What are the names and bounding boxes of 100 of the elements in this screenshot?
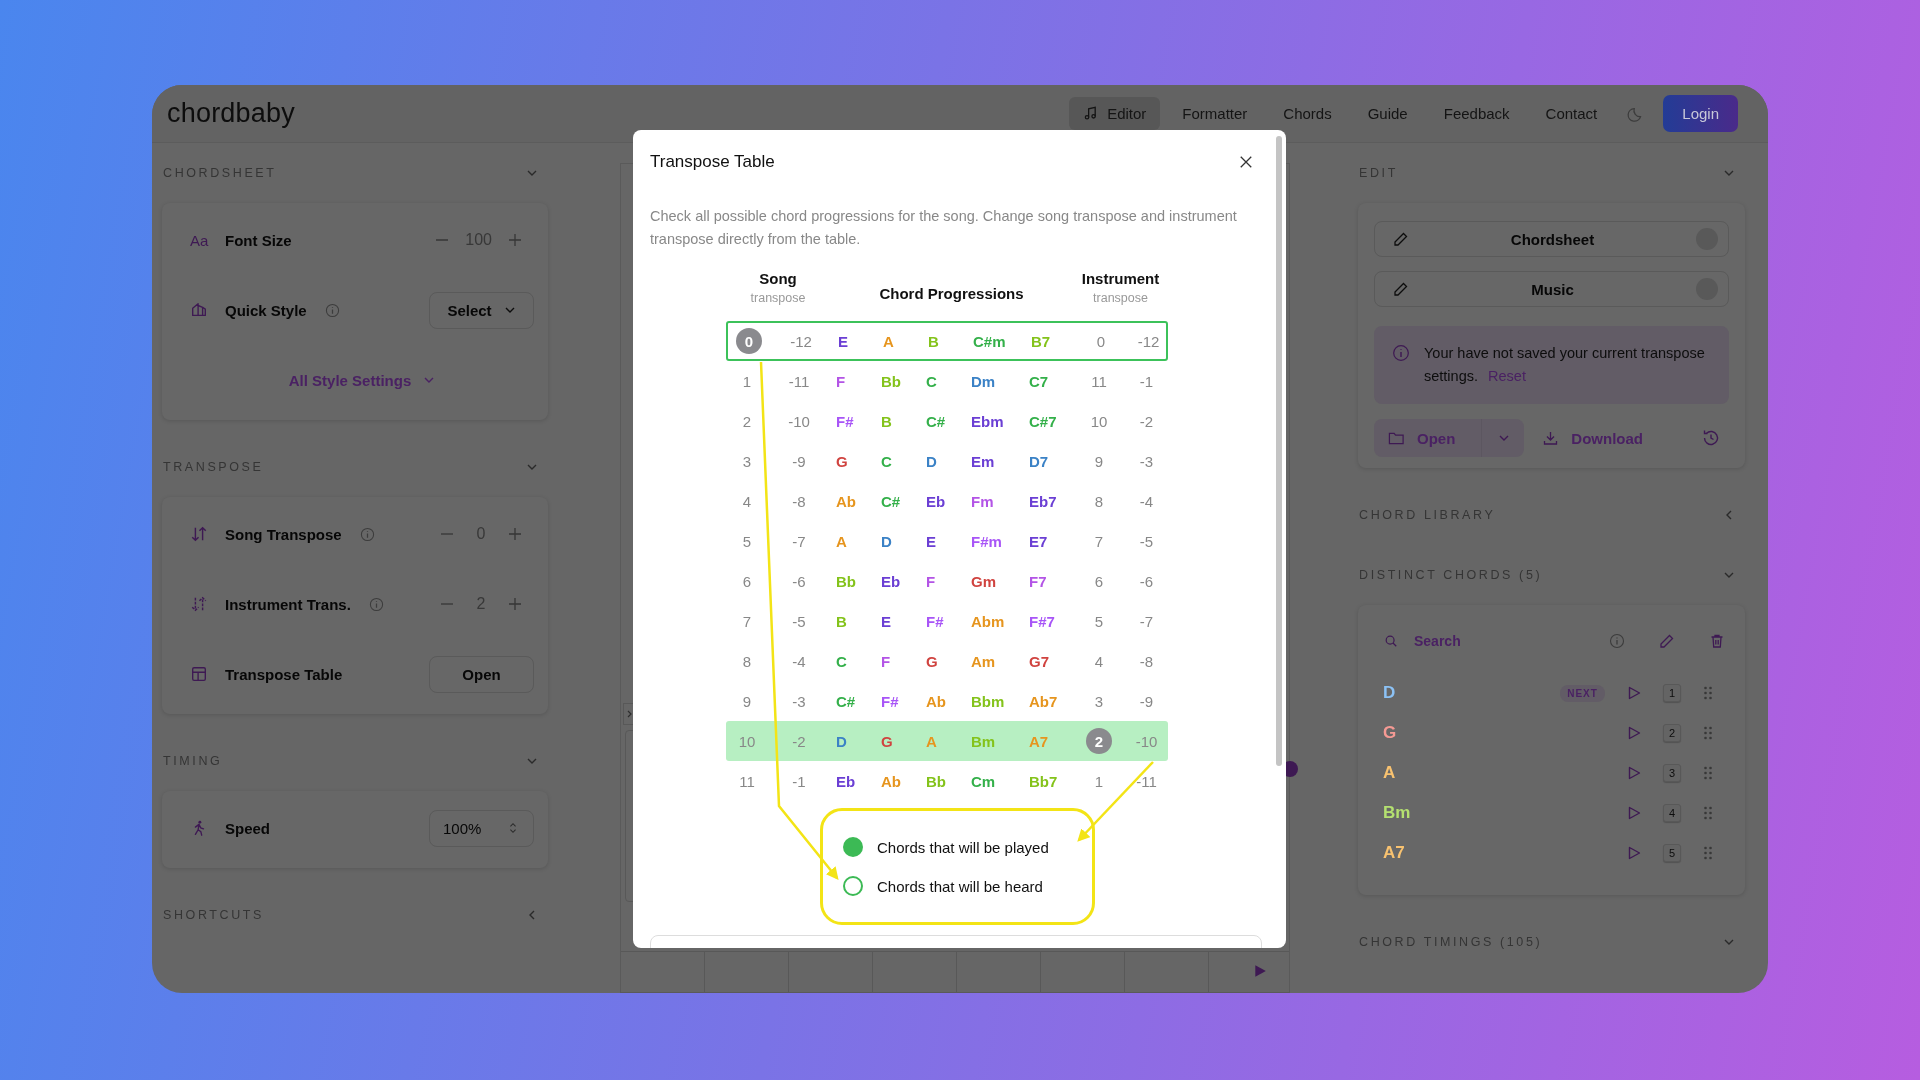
- instrument-transpose-cell[interactable]: 9: [1094, 452, 1104, 470]
- instrument-transpose-cell[interactable]: 2: [1086, 728, 1112, 754]
- info-icon[interactable]: [324, 302, 340, 318]
- drag-handle-icon[interactable]: [1703, 846, 1713, 860]
- drag-handle-icon[interactable]: [1703, 726, 1713, 740]
- folder-icon: [1388, 430, 1405, 446]
- play-icon[interactable]: [1626, 806, 1641, 820]
- instrument-transpose-cell[interactable]: 7: [1094, 532, 1104, 550]
- login-button[interactable]: Login: [1663, 95, 1738, 132]
- edit-mode-button[interactable]: Chordsheet: [1374, 221, 1729, 257]
- song-transpose-cell[interactable]: 2: [742, 412, 752, 430]
- filled-circle-icon: [843, 837, 863, 857]
- style-settings-link[interactable]: All Style Settings: [288, 367, 436, 393]
- open-button[interactable]: Open: [429, 655, 534, 693]
- nav-tab[interactable]: Editor: [1069, 97, 1161, 130]
- instrument-transpose-cell[interactable]: 5: [1094, 612, 1104, 630]
- chord-name[interactable]: Bm: [1383, 803, 1411, 823]
- info-icon[interactable]: [368, 596, 384, 612]
- instrument-transpose-cell[interactable]: 8: [1094, 492, 1104, 510]
- chord-cell: Bm: [971, 732, 996, 750]
- chord-cell: Gm: [971, 572, 996, 590]
- plus-icon[interactable]: [508, 597, 522, 611]
- delete-icon[interactable]: [1709, 633, 1725, 649]
- chord-cell: Eb7: [1029, 492, 1057, 510]
- edit-mode-button[interactable]: Music: [1374, 271, 1729, 307]
- drag-handle-icon[interactable]: [1703, 766, 1713, 780]
- drag-handle-icon[interactable]: [1703, 686, 1713, 700]
- instrument-transpose-cell[interactable]: 4: [1094, 652, 1104, 670]
- song-transpose-cell[interactable]: 0: [736, 328, 762, 354]
- close-icon[interactable]: [1239, 155, 1253, 169]
- instrument-transpose-cell[interactable]: 6: [1094, 572, 1104, 590]
- chord-cell: E: [926, 532, 936, 550]
- nav-tab[interactable]: Guide: [1353, 97, 1422, 130]
- font-icon: Aa: [190, 231, 208, 249]
- nav-tab[interactable]: Formatter: [1168, 97, 1262, 130]
- quick-style-select[interactable]: Select: [429, 291, 534, 329]
- song-transpose-cell[interactable]: 7: [742, 612, 752, 630]
- song-transpose-cell[interactable]: 11: [739, 772, 755, 790]
- open-split-button[interactable]: Open: [1374, 419, 1525, 457]
- chord-name[interactable]: D: [1383, 683, 1396, 703]
- instrument-transpose-cell[interactable]: 0: [1096, 332, 1106, 350]
- speed-select[interactable]: 100%: [429, 809, 534, 847]
- song-transpose-cell: -10: [788, 412, 810, 430]
- download-button[interactable]: Download: [1538, 423, 1647, 453]
- song-transpose-cell: -12: [790, 332, 812, 350]
- play-icon[interactable]: [1626, 686, 1641, 700]
- instrument-transpose-cell[interactable]: 3: [1094, 692, 1104, 710]
- song-transpose-cell: -9: [792, 452, 806, 470]
- nav-tab[interactable]: Contact: [1531, 97, 1612, 130]
- modal-description: Check all possible chord progressions for the song. Change song transpose and instrument transpose directly from the table.: [650, 207, 1238, 249]
- reset-link[interactable]: Reset: [1488, 368, 1526, 384]
- chord-cell: F#7: [1029, 612, 1055, 630]
- drag-handle-icon[interactable]: [1703, 806, 1713, 820]
- song-transpose-cell[interactable]: 9: [742, 692, 752, 710]
- song-transpose-cell[interactable]: 6: [742, 572, 752, 590]
- song-transpose-cell[interactable]: 3: [742, 452, 752, 470]
- highlighted-row[interactable]: 10 -2 D G A Bm A7 2 -10: [726, 721, 1168, 761]
- chord-cell: Ab: [881, 772, 901, 790]
- info-icon[interactable]: [1609, 633, 1625, 649]
- chord-name[interactable]: A: [1383, 763, 1396, 783]
- play-icon[interactable]: [1626, 846, 1641, 860]
- instrument-transpose-cell[interactable]: 11: [1091, 372, 1107, 390]
- shortcut-key: 2: [1662, 724, 1681, 742]
- song-transpose-cell[interactable]: 4: [742, 492, 752, 510]
- chord-cell: F: [836, 372, 846, 390]
- nav-tab[interactable]: Chords: [1269, 97, 1346, 130]
- song-transpose-cell[interactable]: 10: [738, 732, 756, 750]
- logo[interactable]: chordbaby: [167, 98, 295, 129]
- chord-name[interactable]: A7: [1383, 843, 1405, 863]
- scrollbar[interactable]: [1276, 136, 1282, 766]
- instrument-transpose-cell: -12: [1137, 332, 1160, 350]
- edit-icon[interactable]: [1659, 633, 1675, 649]
- search-icon: [1384, 634, 1398, 648]
- play-icon[interactable]: [1253, 964, 1267, 978]
- chord-cell: F: [926, 572, 936, 590]
- instrument-transpose-cell[interactable]: 10: [1090, 412, 1108, 430]
- chord-cell: Em: [971, 452, 995, 470]
- song-transpose-cell: -6: [792, 572, 806, 590]
- chord-name[interactable]: G: [1383, 723, 1397, 743]
- up-down-arrows-icon: [190, 525, 208, 543]
- instrument-transpose-cell[interactable]: 1: [1094, 772, 1104, 790]
- notice-text: Your have not saved your current transpose settings. Reset: [1424, 344, 1706, 386]
- shortcut-key: 5: [1662, 844, 1681, 862]
- highlighted-row[interactable]: 0 -12 E A B C#m B7 0 -12: [726, 321, 1168, 361]
- history-icon[interactable]: [1701, 428, 1721, 448]
- search-field[interactable]: Search: [1412, 632, 1575, 650]
- chord-cell: A: [836, 532, 847, 550]
- song-transpose-cell[interactable]: 5: [742, 532, 752, 550]
- chord-cell: A7: [1029, 732, 1049, 750]
- chord-cell: Bbm: [971, 692, 1005, 710]
- plus-icon[interactable]: [508, 527, 522, 541]
- plus-icon[interactable]: [508, 233, 522, 247]
- nav-tab[interactable]: Feedback: [1429, 97, 1524, 130]
- info-icon[interactable]: [359, 526, 375, 542]
- song-transpose-cell[interactable]: 8: [742, 652, 752, 670]
- play-icon[interactable]: [1626, 766, 1641, 780]
- song-transpose-cell[interactable]: 1: [742, 372, 752, 390]
- play-icon[interactable]: [1626, 726, 1641, 740]
- setting-label: Transpose Table: [225, 665, 343, 683]
- song-transpose-cell: -3: [792, 692, 806, 710]
